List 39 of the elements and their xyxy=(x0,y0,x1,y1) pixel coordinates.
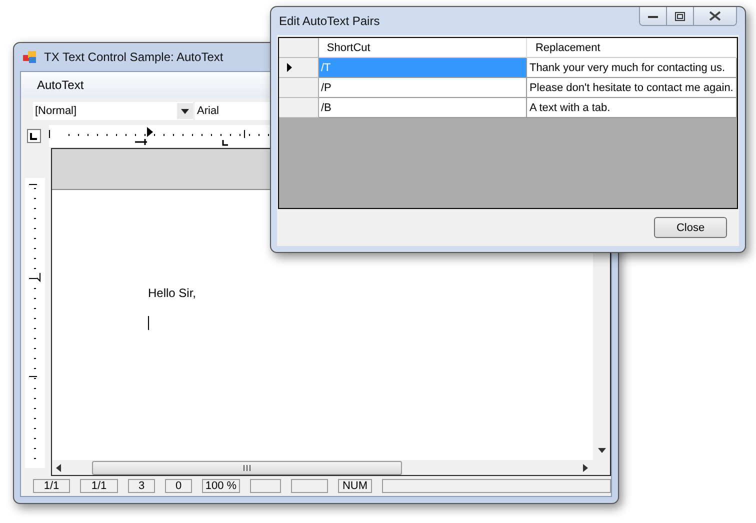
style-dropdown[interactable]: [Normal] xyxy=(33,102,193,120)
close-button[interactable] xyxy=(694,7,736,25)
tab-selector-icon[interactable] xyxy=(27,129,41,143)
status-panel: 1/1 xyxy=(80,479,118,493)
status-panel xyxy=(250,479,281,493)
table-cell[interactable]: /P xyxy=(318,78,528,98)
maximize-icon xyxy=(675,12,685,20)
down-arrow-icon[interactable] xyxy=(598,448,606,454)
scroll-thumb[interactable] xyxy=(92,460,402,474)
table-cell[interactable]: Please don't hesitate to contact me again. xyxy=(527,78,737,98)
grid-corner-cell[interactable] xyxy=(279,38,319,58)
column-header[interactable]: Replacement xyxy=(527,38,737,58)
row-pointer-icon xyxy=(287,63,292,72)
status-panel xyxy=(291,479,328,493)
document-text: Hello Sir, xyxy=(148,286,198,300)
right-arrow-icon[interactable] xyxy=(582,464,588,472)
window-title: TX Text Control Sample: AutoText xyxy=(44,50,224,64)
menu-item[interactable]: AutoText xyxy=(27,78,94,92)
minimize-icon xyxy=(648,13,658,19)
table-cell[interactable]: A text with a tab. xyxy=(527,98,737,118)
close-button[interactable]: Close xyxy=(654,217,727,238)
status-panel: 1/1 xyxy=(33,479,70,493)
left-arrow-icon[interactable] xyxy=(56,464,62,472)
close-icon xyxy=(709,11,721,21)
app-icon xyxy=(22,49,38,65)
text-cursor xyxy=(148,316,149,330)
dialog-title: Edit AutoText Pairs xyxy=(279,14,380,28)
status-panel: 3 xyxy=(128,479,155,493)
status-panel: NUM xyxy=(338,479,372,493)
table-cell[interactable]: /B xyxy=(318,98,528,118)
column-header[interactable]: ShortCut xyxy=(318,38,528,58)
row-header[interactable] xyxy=(279,58,319,78)
table-cell[interactable]: Thank your very much for contacting us. xyxy=(527,58,737,78)
status-panel: 0 xyxy=(165,479,192,493)
horizontal-scrollbar[interactable] xyxy=(52,460,610,475)
maximize-button[interactable] xyxy=(667,7,694,25)
grip-icon xyxy=(243,464,251,470)
status-panel: 100 % xyxy=(202,479,240,493)
minimize-button[interactable] xyxy=(640,7,667,25)
